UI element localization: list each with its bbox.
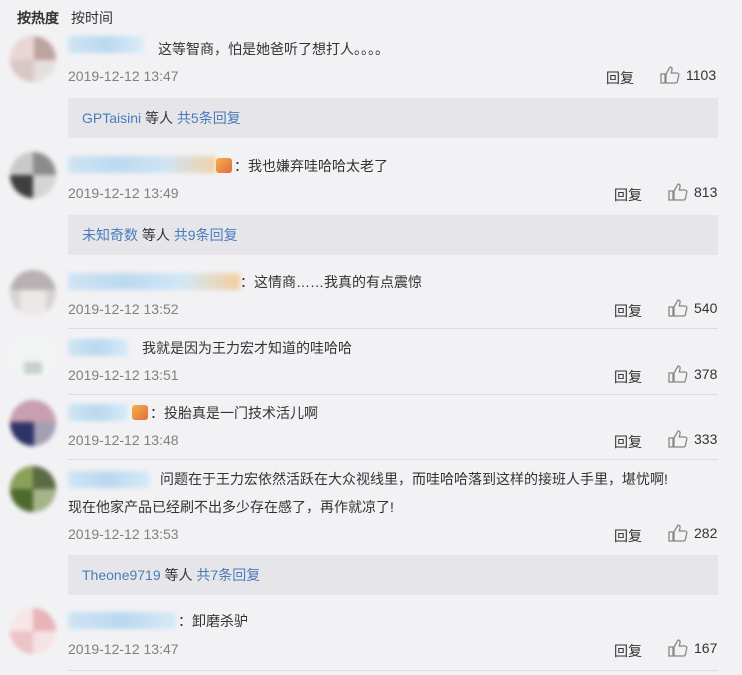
reply-button[interactable]: 回复	[614, 526, 642, 546]
comment-text-content: ：我也嫌弃哇哈哈太老了	[234, 158, 388, 174]
comment-time: 2019-12-12 13:49	[68, 185, 179, 201]
like-count: 378	[694, 366, 718, 382]
avatar[interactable]	[10, 334, 56, 380]
username-blurred[interactable]	[68, 273, 240, 290]
sort-tabs: 按热度 按时间	[17, 8, 113, 28]
comment-time: 2019-12-12 13:47	[68, 68, 179, 84]
tab-by-time[interactable]: 按时间	[71, 8, 113, 28]
comment-text: 这等智商，怕是她爸听了想打人。。。。	[158, 41, 389, 57]
thumbs-up-icon	[668, 365, 688, 383]
sub-reply-etc: 等人	[138, 227, 174, 243]
divider	[68, 670, 718, 671]
username-blurred[interactable]	[68, 36, 144, 53]
username-blurred[interactable]	[68, 471, 150, 488]
like-count: 167	[694, 640, 718, 656]
avatar[interactable]	[10, 466, 56, 512]
avatar[interactable]	[10, 270, 56, 316]
like-button[interactable]: 540	[668, 299, 717, 317]
like-button[interactable]: 167	[668, 639, 717, 657]
like-button[interactable]: 813	[668, 183, 717, 201]
comment-time: 2019-12-12 13:47	[68, 641, 179, 657]
username-blurred[interactable]	[68, 404, 128, 421]
username-blurred[interactable]	[68, 612, 176, 629]
reply-button[interactable]: 回复	[606, 68, 634, 88]
comment-text: ：这情商……我真的有点震惊	[240, 274, 422, 290]
username-blurred[interactable]	[68, 339, 128, 356]
sub-reply-user[interactable]: GPTaisini	[82, 110, 141, 126]
thumbs-up-icon	[668, 299, 688, 317]
reply-button[interactable]: 回复	[614, 367, 642, 387]
like-count: 333	[694, 431, 718, 447]
like-count: 813	[694, 184, 718, 200]
avatar[interactable]	[10, 152, 56, 198]
thumbs-up-icon	[668, 639, 688, 657]
badge-icon	[216, 158, 232, 173]
divider	[68, 459, 718, 460]
avatar[interactable]	[10, 608, 56, 654]
sub-reply-count[interactable]: 共5条回复	[177, 110, 241, 126]
sub-replies-bar: 未知奇数 等人 共9条回复	[68, 215, 718, 255]
comment-text-content: ：投胎真是一门技术活儿啊	[150, 405, 318, 421]
sub-replies-bar: Theone9719 等人 共7条回复	[68, 555, 718, 595]
like-button[interactable]: 378	[668, 365, 717, 383]
comment-text: ：我也嫌弃哇哈哈太老了	[216, 155, 388, 177]
avatar[interactable]	[10, 36, 56, 82]
thumbs-up-icon	[668, 430, 688, 448]
reply-button[interactable]: 回复	[614, 641, 642, 661]
reply-button[interactable]: 回复	[614, 432, 642, 452]
comment-time: 2019-12-12 13:48	[68, 432, 179, 448]
sub-reply-etc: 等人	[160, 567, 197, 583]
thumbs-up-icon	[660, 66, 680, 84]
reply-button[interactable]: 回复	[614, 185, 642, 205]
sub-replies-bar: GPTaisini 等人 共5条回复	[68, 98, 718, 138]
tab-by-popularity[interactable]: 按热度	[17, 8, 59, 28]
avatar[interactable]	[10, 400, 56, 446]
like-count: 282	[694, 525, 718, 541]
sub-reply-user[interactable]: 未知奇数	[82, 227, 138, 243]
comment-time: 2019-12-12 13:53	[68, 526, 179, 542]
reply-button[interactable]: 回复	[614, 301, 642, 321]
like-count: 540	[694, 300, 718, 316]
badge-icon	[132, 405, 148, 420]
username-blurred[interactable]	[68, 156, 216, 173]
like-count: 1103	[686, 67, 717, 83]
like-button[interactable]: 282	[668, 524, 717, 542]
thumbs-up-icon	[668, 524, 688, 542]
comment-text: ：投胎真是一门技术活儿啊	[132, 402, 318, 424]
comment-time: 2019-12-12 13:52	[68, 301, 179, 317]
comment-text: 问题在于王力宏依然活跃在大众视线里，而哇哈哈落到这样的接班人手里，堪忧啊!	[160, 471, 668, 487]
comment-text-line2: 现在他家产品已经刷不出多少存在感了，再作就凉了!	[68, 499, 394, 515]
sub-reply-count[interactable]: 共7条回复	[196, 567, 260, 583]
sub-reply-user[interactable]: Theone9719	[82, 567, 161, 583]
sub-reply-etc: 等人	[141, 110, 177, 126]
comment-text: 我就是因为王力宏才知道的哇哈哈	[142, 340, 352, 356]
like-button[interactable]: 333	[668, 430, 717, 448]
sub-reply-count[interactable]: 共9条回复	[174, 227, 238, 243]
thumbs-up-icon	[668, 183, 688, 201]
comment-text: ：卸磨杀驴	[178, 613, 248, 629]
like-button[interactable]: 1103	[660, 66, 716, 84]
divider	[68, 394, 718, 395]
comment-time: 2019-12-12 13:51	[68, 367, 179, 383]
divider	[68, 328, 718, 329]
